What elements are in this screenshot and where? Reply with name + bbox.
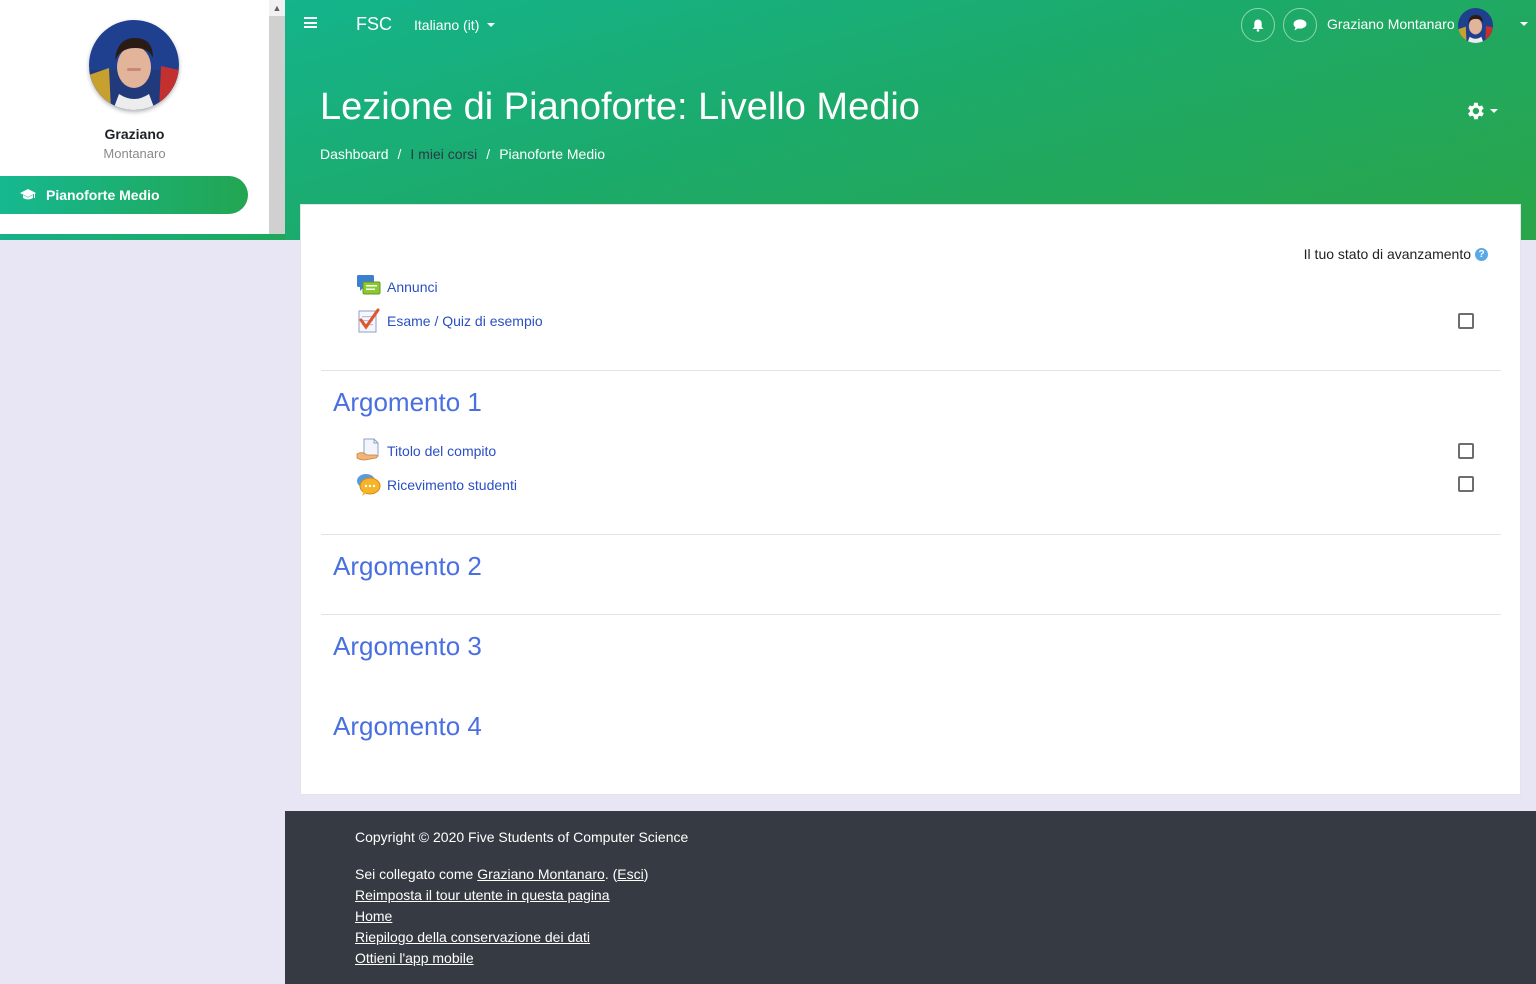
breadcrumb-separator: /: [397, 146, 402, 162]
profile-first-name: Graziano: [104, 126, 165, 142]
activity-quiz: Esame / Quiz di esempio: [356, 308, 543, 333]
sidebar-item-pianoforte-medio[interactable]: Pianoforte Medio: [0, 176, 248, 214]
notifications-button[interactable]: [1241, 8, 1275, 42]
activity-assignment: Titolo del compito: [356, 438, 496, 463]
bell-icon: [1252, 19, 1264, 32]
messages-button[interactable]: [1283, 8, 1317, 42]
course-settings-menu[interactable]: [1464, 100, 1498, 122]
language-label: Italiano (it): [414, 17, 480, 33]
footer-copyright: Copyright © 2020 Five Students of Comput…: [355, 829, 689, 845]
footer-user-link[interactable]: Graziano Montanaro: [477, 866, 605, 882]
user-avatar[interactable]: [1458, 8, 1493, 43]
footer-link-home[interactable]: Home: [355, 908, 392, 924]
graduation-cap-icon: [20, 189, 36, 201]
hamburger-menu-icon[interactable]: [304, 17, 317, 28]
forum-icon: [356, 274, 381, 299]
footer-login-info: Sei collegato come Graziano Montanaro. (…: [355, 866, 648, 882]
chat-icon: [356, 472, 381, 497]
user-menu-chevron-down-icon[interactable]: [1520, 22, 1528, 26]
footer-logout-link[interactable]: Esci: [617, 866, 643, 882]
footer-login-prefix: Sei collegato come: [355, 866, 478, 882]
language-menu[interactable]: Italiano (it): [414, 17, 496, 33]
progress-status: Il tuo stato di avanzamento ?: [1304, 246, 1488, 262]
profile-last-name: Montanaro: [103, 146, 166, 161]
sidebar-item-label: Pianoforte Medio: [46, 187, 160, 203]
activity-link-quiz[interactable]: Esame / Quiz di esempio: [387, 313, 543, 329]
section-title-argomento-1[interactable]: Argomento 1: [333, 387, 482, 418]
section-divider: [321, 614, 1501, 615]
activity-link-assignment[interactable]: Titolo del compito: [387, 443, 496, 459]
breadcrumb-separator: /: [486, 146, 491, 162]
footer-link-mobile-app[interactable]: Ottieni l'app mobile: [355, 950, 474, 966]
section-divider: [321, 534, 1501, 535]
footer-link-reset-tour[interactable]: Reimposta il tour utente in questa pagin…: [355, 887, 610, 903]
activity-link-annunci[interactable]: Annunci: [387, 279, 438, 295]
completion-checkbox[interactable]: [1458, 443, 1474, 459]
gear-icon: [1468, 102, 1484, 120]
footer-login-mid: . (: [604, 866, 618, 882]
help-icon[interactable]: ?: [1475, 247, 1488, 261]
breadcrumb-dashboard[interactable]: Dashboard: [320, 146, 389, 162]
section-title-argomento-4[interactable]: Argomento 4: [333, 711, 482, 742]
page-footer: Copyright © 2020 Five Students of Comput…: [285, 811, 1536, 984]
page-title: Lezione di Pianoforte: Livello Medio: [320, 86, 920, 128]
sidebar-accent-line: [0, 234, 285, 240]
site-brand[interactable]: FSC: [356, 14, 392, 35]
section-title-argomento-2[interactable]: Argomento 2: [333, 551, 482, 582]
section-title-argomento-3[interactable]: Argomento 3: [333, 631, 482, 662]
activity-link-chat[interactable]: Ricevimento studenti: [387, 477, 517, 493]
assignment-icon: [356, 438, 381, 463]
completion-checkbox[interactable]: [1458, 313, 1474, 329]
chevron-down-icon: [1490, 109, 1498, 113]
profile-avatar[interactable]: [89, 20, 179, 110]
breadcrumb: Dashboard / I miei corsi / Pianoforte Me…: [320, 146, 605, 162]
user-menu-name[interactable]: Graziano Montanaro: [1327, 16, 1455, 32]
footer-link-data-retention[interactable]: Riepilogo della conservazione dei dati: [355, 929, 590, 945]
quiz-icon: [356, 308, 381, 333]
breadcrumb-current-course[interactable]: Pianoforte Medio: [499, 146, 605, 162]
activity-forum: Annunci: [356, 274, 438, 299]
chevron-down-icon: [487, 23, 496, 27]
footer-login-suffix: ): [643, 866, 649, 882]
scroll-up-arrow-icon[interactable]: ▲: [269, 0, 285, 16]
course-content: Il tuo stato di avanzamento ? Annunci Es…: [300, 204, 1521, 795]
navbar: FSC Italiano (it) Graziano Montanaro: [285, 0, 1536, 50]
sidebar-scrollbar[interactable]: ▲: [269, 0, 285, 234]
section-divider: [321, 370, 1501, 371]
progress-status-label: Il tuo stato di avanzamento: [1303, 246, 1471, 262]
breadcrumb-my-courses[interactable]: I miei corsi: [410, 146, 477, 162]
sidebar: Graziano Montanaro Pianoforte Medio ▲: [0, 0, 285, 240]
activity-chat: Ricevimento studenti: [356, 472, 517, 497]
comment-icon: [1293, 19, 1307, 31]
completion-checkbox[interactable]: [1458, 476, 1474, 492]
